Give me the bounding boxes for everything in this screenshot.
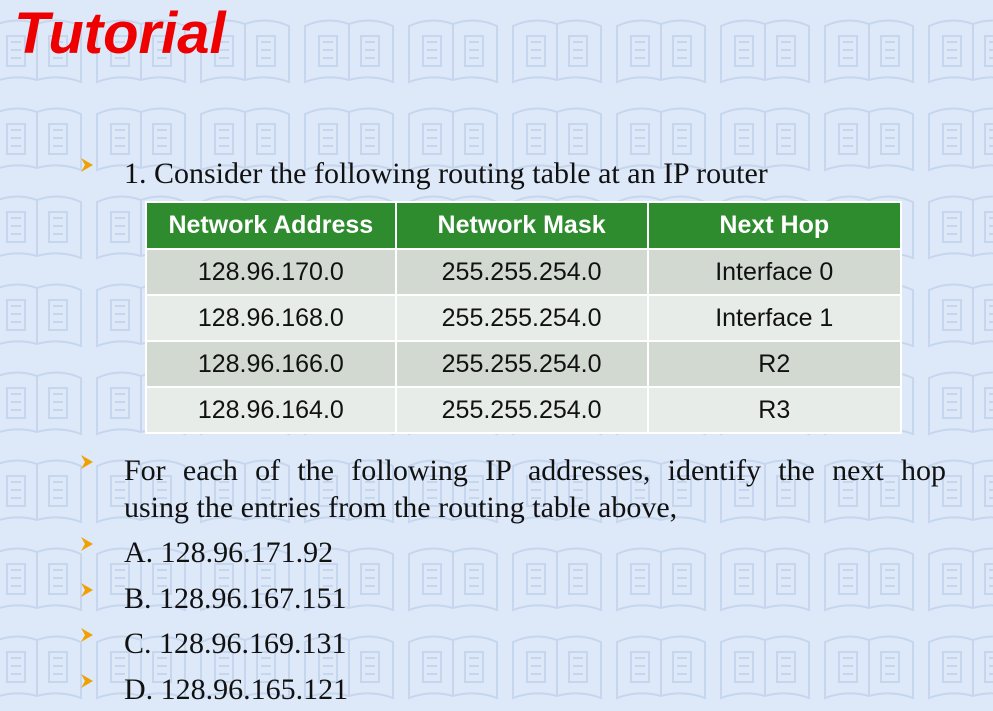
option-c-text: C. 128.96.169.131 xyxy=(124,627,347,660)
option-a-text: A. 128.96.171.92 xyxy=(124,536,334,569)
bullet-option-c: C. 128.96.169.131 xyxy=(81,625,946,662)
cell-network-mask: 255.255.254.0 xyxy=(394,294,649,342)
cell-network-address: 128.96.168.0 xyxy=(145,294,397,342)
bullet-option-a: A. 128.96.171.92 xyxy=(81,534,946,571)
table-row: 128.96.170.0 255.255.254.0 Interface 0 xyxy=(145,248,903,296)
instruction-text-line2: using the entries from the routing table… xyxy=(124,491,678,524)
question-intro-text: 1. Consider the following routing table … xyxy=(124,157,768,190)
header-network-address: Network Address xyxy=(145,201,397,250)
arrowhead-bullet-icon xyxy=(80,157,94,173)
cell-network-address: 128.96.164.0 xyxy=(145,386,397,434)
bullet-instruction: For each of the following IP addresses, … xyxy=(81,452,946,526)
cell-next-hop: R2 xyxy=(646,340,903,388)
slide-title: Tutorial xyxy=(14,1,226,66)
bullet-option-d: D. 128.96.165.121 xyxy=(81,671,946,708)
arrowhead-bullet-icon xyxy=(80,627,94,643)
table-row: 128.96.166.0 255.255.254.0 R2 xyxy=(145,340,903,388)
cell-network-mask: 255.255.254.0 xyxy=(394,248,649,296)
cell-next-hop: Interface 1 xyxy=(646,294,903,342)
header-next-hop: Next Hop xyxy=(646,201,903,250)
instruction-text-line1: For each of the following IP addresses, … xyxy=(124,454,946,487)
arrowhead-bullet-icon xyxy=(80,536,94,552)
bullet-question-intro: 1. Consider the following routing table … xyxy=(81,155,946,192)
option-b-text: B. 128.96.167.151 xyxy=(124,582,347,615)
cell-network-address: 128.96.166.0 xyxy=(145,340,397,388)
cell-network-address: 128.96.170.0 xyxy=(145,248,397,296)
table-row: 128.96.168.0 255.255.254.0 Interface 1 xyxy=(145,294,903,342)
table-header-row: Network Address Network Mask Next Hop xyxy=(145,201,903,250)
option-d-text: D. 128.96.165.121 xyxy=(124,673,349,706)
cell-network-mask: 255.255.254.0 xyxy=(394,340,649,388)
arrowhead-bullet-icon xyxy=(80,582,94,598)
arrowhead-bullet-icon xyxy=(80,454,94,470)
cell-network-mask: 255.255.254.0 xyxy=(394,386,649,434)
bullet-option-b: B. 128.96.167.151 xyxy=(81,580,946,617)
header-network-mask: Network Mask xyxy=(394,201,649,250)
routing-table: Network Address Network Mask Next Hop 12… xyxy=(145,201,903,434)
cell-next-hop: Interface 0 xyxy=(646,248,903,296)
cell-next-hop: R3 xyxy=(646,386,903,434)
table-row: 128.96.164.0 255.255.254.0 R3 xyxy=(145,386,903,434)
arrowhead-bullet-icon xyxy=(80,673,94,689)
